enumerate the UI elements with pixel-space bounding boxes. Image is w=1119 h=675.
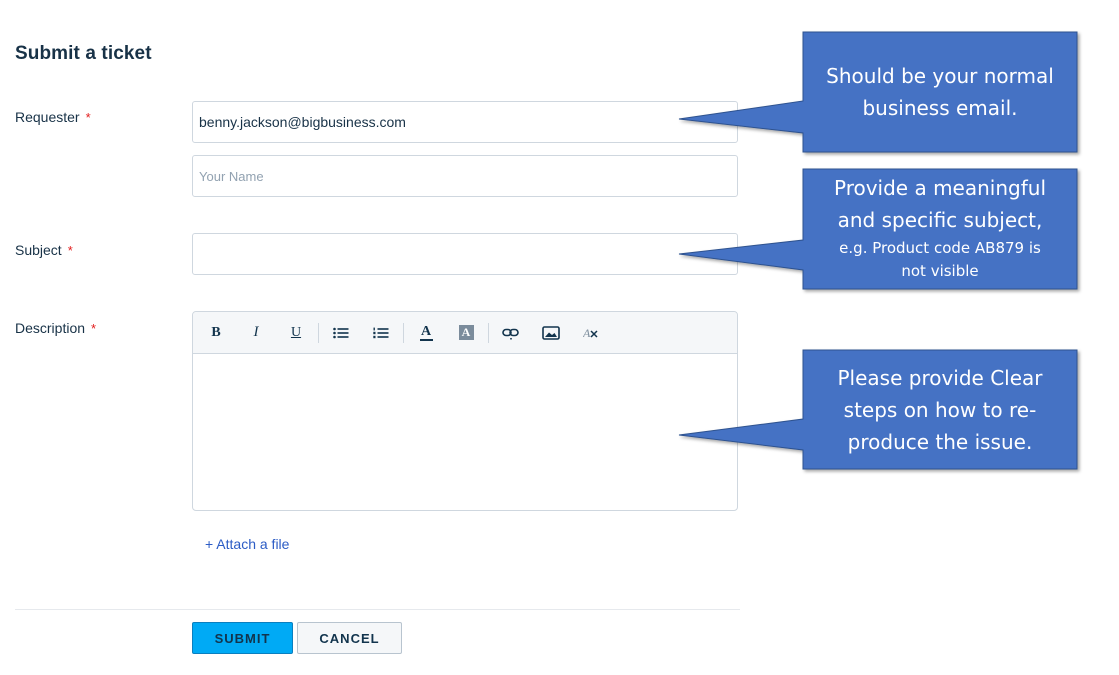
link-icon[interactable] — [497, 319, 525, 347]
bold-button[interactable]: B — [202, 319, 230, 347]
description-editor: B I U A A A — [192, 311, 738, 511]
italic-button[interactable]: I — [242, 319, 270, 347]
editor-toolbar: B I U A A A — [193, 312, 737, 354]
image-icon[interactable] — [537, 319, 565, 347]
required-marker: * — [85, 110, 91, 125]
description-label-text: Description — [15, 320, 86, 336]
callout-description-text: Please provide Clear steps on how to re-… — [803, 362, 1077, 458]
page-title: Submit a ticket — [15, 43, 152, 64]
text-color-bar — [419, 338, 433, 341]
callout-email-text: Should be your normal business email. — [803, 60, 1077, 124]
text-color-glyph: A — [420, 323, 432, 339]
description-label: Description * — [15, 320, 96, 336]
requester-label-text: Requester — [15, 109, 80, 125]
bullet-list-icon[interactable] — [327, 319, 355, 347]
callout-email-line: Should be your normal — [826, 64, 1054, 88]
text-color-icon[interactable]: A — [412, 319, 440, 347]
attach-file-link[interactable]: + Attach a file — [205, 536, 289, 552]
callout-subject-line: e.g. Product code AB879 is — [839, 239, 1041, 257]
svg-text:A: A — [583, 326, 591, 340]
form-divider — [15, 609, 740, 610]
subject-label: Subject * — [15, 242, 73, 258]
callout-description-line: Please provide Clear — [837, 366, 1043, 390]
background-color-icon[interactable]: A — [452, 319, 480, 347]
subject-input[interactable] — [192, 233, 738, 275]
callout-description-line: steps on how to re- — [843, 398, 1037, 422]
underline-button[interactable]: U — [282, 319, 310, 347]
numbered-list-icon[interactable] — [367, 319, 395, 347]
requester-label: Requester * — [15, 109, 91, 125]
requester-name-input[interactable] — [192, 155, 738, 197]
callout-subject-line: Provide a meaningful — [833, 176, 1046, 200]
toolbar-divider — [318, 322, 319, 343]
toolbar-divider — [403, 322, 404, 343]
description-textarea[interactable] — [193, 354, 737, 510]
callout-subject-text: Provide a meaningful and specific subjec… — [803, 172, 1077, 281]
callout-email-line: business email. — [862, 96, 1018, 120]
required-marker: * — [91, 321, 97, 336]
callout-description-line: produce the issue. — [847, 430, 1033, 454]
toolbar-divider — [488, 322, 489, 343]
callout-subject-line: not visible — [901, 262, 979, 280]
background-color-glyph: A — [458, 325, 474, 340]
cancel-button[interactable]: CANCEL — [297, 622, 402, 654]
callout-subject-line: and specific subject, — [837, 208, 1043, 232]
required-marker: * — [67, 243, 73, 258]
requester-email-input[interactable] — [192, 101, 738, 143]
clear-format-icon[interactable]: A — [577, 319, 605, 347]
submit-button[interactable]: SUBMIT — [192, 622, 293, 654]
subject-label-text: Subject — [15, 242, 62, 258]
